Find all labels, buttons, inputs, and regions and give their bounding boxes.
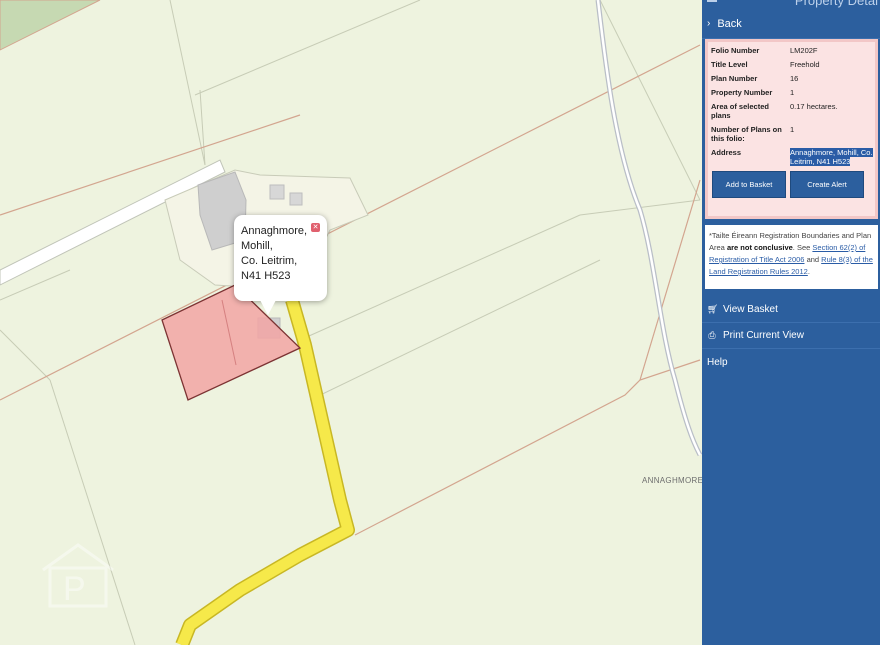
cart-icon: 🛒︎: [707, 304, 719, 314]
detail-value: Freehold: [790, 60, 820, 69]
address-popup: ✕ Annaghmore, Mohill, Co. Leitrim, N41 H…: [234, 215, 327, 315]
detail-key: Title Level: [711, 60, 748, 69]
notice-text-2: . See: [792, 243, 813, 252]
detail-key: Number of Plans on this folio:: [711, 125, 782, 143]
building-small-1: [269, 184, 285, 200]
sidebar-header: Property Detai: [702, 0, 880, 9]
detail-value: 0.17 hectares.: [790, 102, 838, 111]
detail-key: Property Number: [711, 88, 773, 97]
detail-value-address[interactable]: Annaghmore, Mohill, Co. Leitrim, N41 H52…: [790, 148, 875, 166]
townland-boundaries: [0, 44, 701, 536]
menu-label: Print Current View: [723, 330, 804, 341]
menu-print-current-view[interactable]: ⎙ Print Current View: [702, 323, 880, 349]
detail-key: Plan Number: [711, 74, 758, 83]
menu-label: View Basket: [723, 304, 778, 315]
detail-key: Folio Number: [711, 46, 760, 55]
road-grey-right: [595, 0, 702, 457]
detail-key: Area of selected plans: [711, 102, 769, 120]
popup-line-1: Annaghmore,: [241, 225, 308, 237]
detail-row-plans-count: Number of Plans on this folio: 1: [711, 125, 875, 143]
detail-row-address: Address Annaghmore, Mohill, Co. Leitrim,…: [711, 148, 875, 166]
popup-line-4: N41 H523: [241, 270, 291, 282]
notice-bold: are not conclusive: [726, 243, 793, 252]
disclaimer-notice: *Tailte Éireann Registration Boundaries …: [705, 225, 878, 289]
detail-row-folio: Folio Number LM202F: [711, 46, 875, 55]
detail-row-title-level: Title Level Freehold: [711, 60, 875, 69]
close-icon[interactable]: ✕: [311, 223, 320, 232]
menu-label: Help: [707, 356, 728, 368]
menu-icon[interactable]: [707, 0, 717, 2]
create-alert-button[interactable]: Create Alert: [790, 171, 864, 198]
detail-row-area: Area of selected plans 0.17 hectares.: [711, 102, 875, 120]
detail-value: 1: [790, 125, 795, 134]
print-icon: ⎙: [708, 330, 716, 340]
watermark-logo-icon: P: [42, 543, 114, 608]
building-small-2: [289, 192, 303, 206]
add-to-basket-button[interactable]: Add to Basket: [712, 171, 786, 198]
chevron-right-icon: ›: [707, 18, 711, 29]
detail-value: 16: [790, 74, 799, 83]
detail-row-property-number: Property Number 1: [711, 88, 875, 97]
notice-text-4: .: [807, 267, 810, 276]
property-details: Folio Number LM202F Title Level Freehold…: [705, 39, 878, 219]
watermark-letter: P: [63, 570, 86, 608]
action-buttons: Add to Basket Create Alert: [711, 171, 875, 198]
back-label: Back: [717, 17, 742, 30]
sidebar-title: Property Detai: [794, 0, 878, 8]
detail-row-plan-number: Plan Number 16: [711, 74, 875, 83]
back-button[interactable]: › Back: [702, 9, 880, 39]
notice-text-3: and: [804, 255, 822, 264]
address-highlight[interactable]: Annaghmore, Mohill, Co. Leitrim, N41 H52…: [790, 148, 873, 166]
detail-value: LM202F: [790, 46, 818, 55]
map-canvas[interactable]: ✕ Annaghmore, Mohill, Co. Leitrim, N41 H…: [0, 0, 702, 645]
menu-view-basket[interactable]: 🛒︎ View Basket: [702, 297, 880, 323]
popup-line-3: Co. Leitrim,: [241, 255, 298, 267]
sidebar-panel: Property Detai › Back Folio Number LM202…: [702, 0, 880, 645]
popup-line-2: Mohill,: [241, 240, 273, 252]
detail-key: Address: [711, 148, 742, 157]
detail-value: 1: [790, 88, 795, 97]
popup-tail: [260, 300, 276, 315]
place-label-annaghmore: ANNAGHMORE: [642, 476, 702, 485]
menu-help[interactable]: Help: [702, 349, 880, 375]
